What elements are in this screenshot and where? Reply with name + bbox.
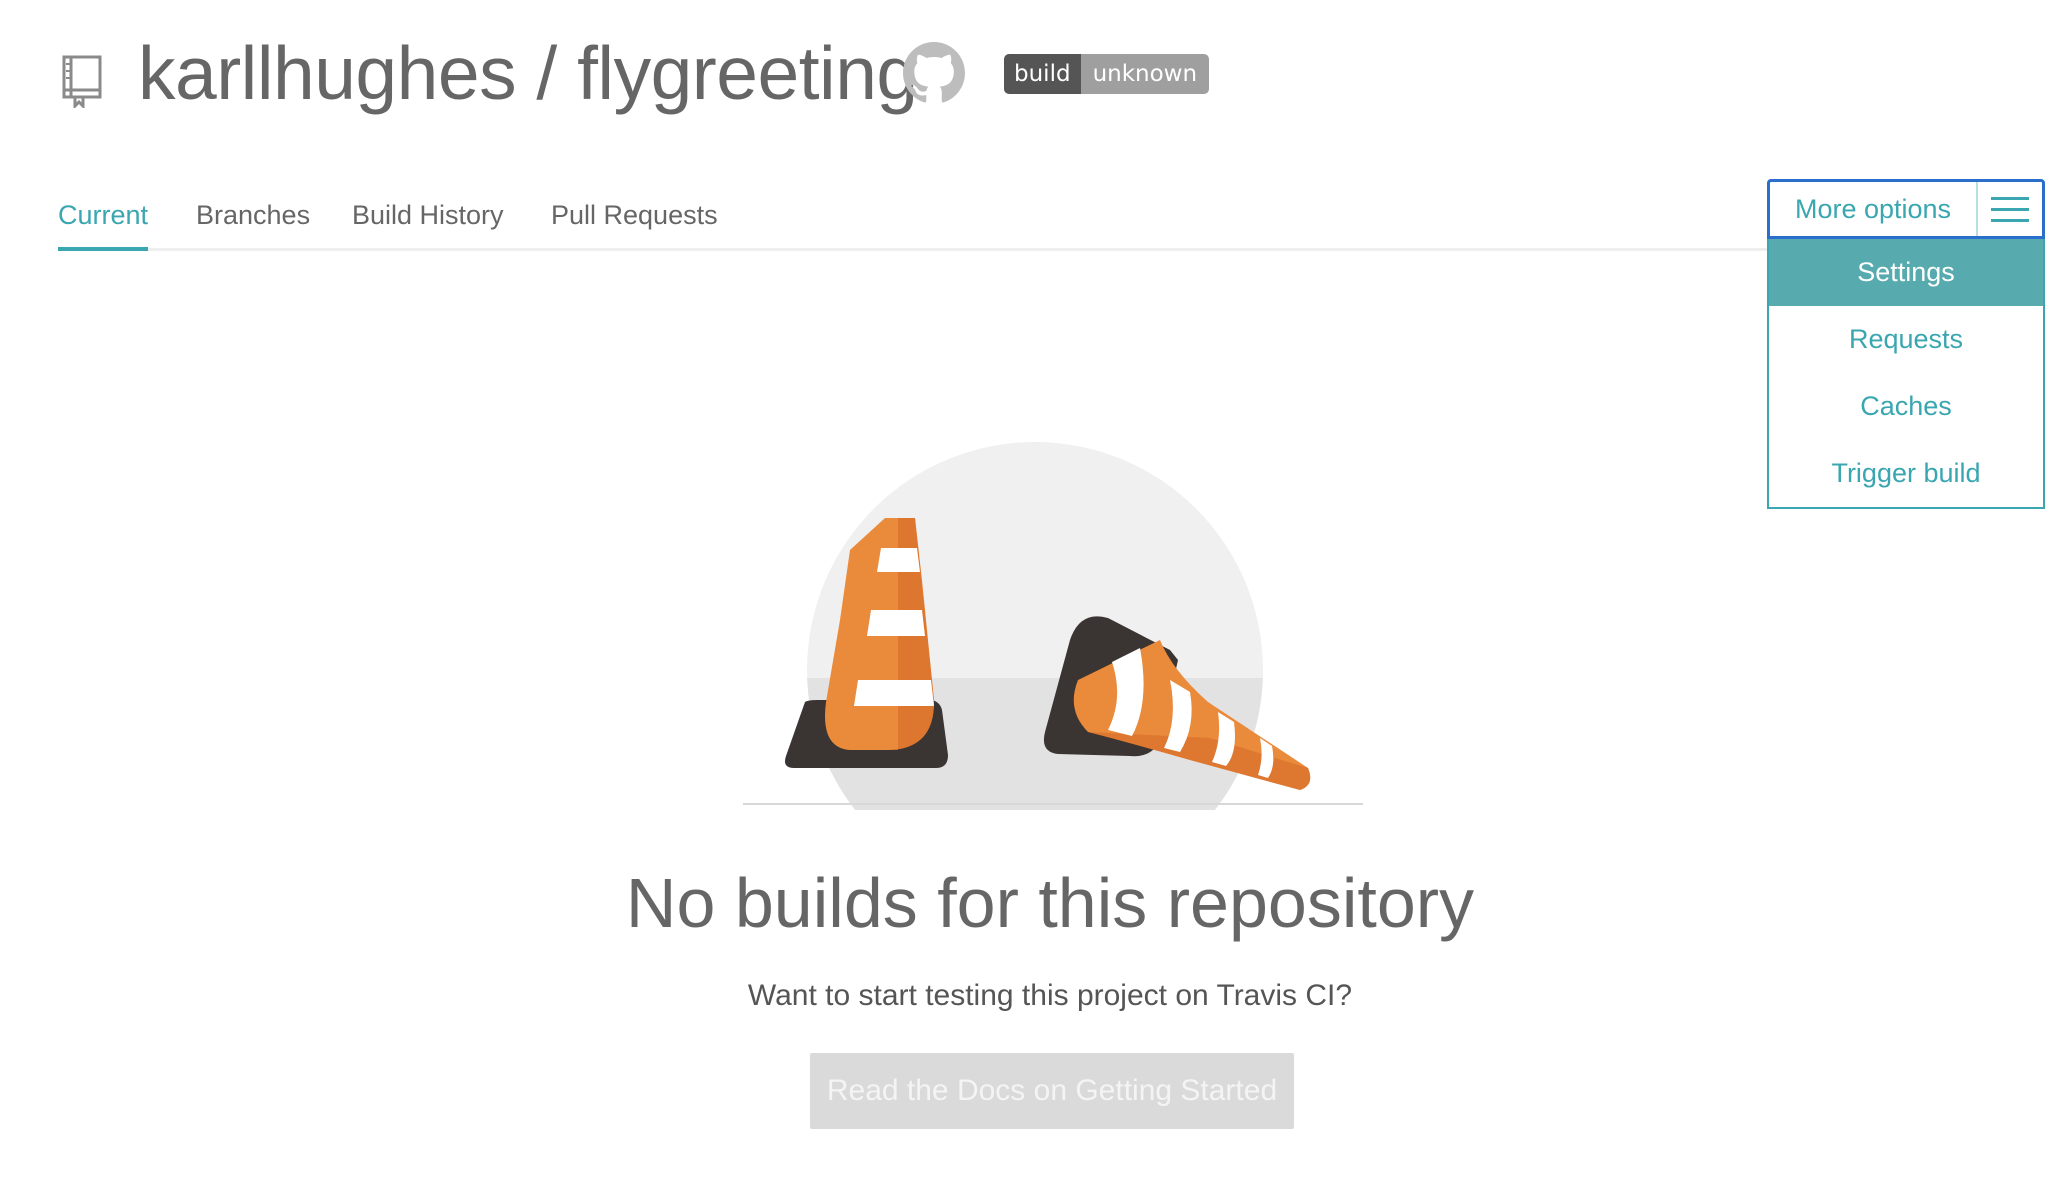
tab-current[interactable]: Current (58, 190, 149, 251)
menu-item-requests[interactable]: Requests (1769, 306, 2043, 373)
repository-icon (62, 55, 102, 108)
more-options-dropdown: More options Settings Requests Caches Tr… (1767, 179, 2045, 509)
title-separator: / (516, 31, 578, 115)
traffic-cone-illustration (743, 442, 1363, 810)
read-docs-button[interactable]: Read the Docs on Getting Started (810, 1053, 1294, 1129)
menu-item-caches[interactable]: Caches (1769, 373, 2043, 440)
build-status-badge[interactable]: build unknown (1004, 54, 1210, 94)
menu-item-settings[interactable]: Settings (1769, 239, 2043, 306)
more-options-button[interactable]: More options (1767, 179, 2045, 239)
github-icon[interactable] (903, 42, 965, 104)
page-title: karllhughes / flygreeting (138, 28, 918, 118)
repo-owner-link[interactable]: karllhughes (138, 31, 517, 115)
repo-name-link[interactable]: flygreeting (577, 31, 918, 115)
empty-state-subtitle: Want to start testing this project on Tr… (747, 979, 1353, 1012)
menu-item-trigger-build[interactable]: Trigger build (1769, 440, 2043, 507)
more-options-label[interactable]: More options (1770, 182, 1976, 236)
tab-branches[interactable]: Branches (196, 190, 310, 248)
empty-state-title: No builds for this repository (625, 864, 1475, 942)
tab-build-history[interactable]: Build History (352, 190, 504, 248)
repo-tabs: Current Branches Build History Pull Requ… (58, 190, 1770, 251)
badge-label: build (1004, 54, 1081, 94)
tab-pull-requests[interactable]: Pull Requests (551, 190, 718, 248)
hamburger-icon[interactable] (1976, 182, 2042, 236)
badge-status: unknown (1080, 54, 1210, 94)
more-options-menu: Settings Requests Caches Trigger build (1767, 239, 2045, 509)
